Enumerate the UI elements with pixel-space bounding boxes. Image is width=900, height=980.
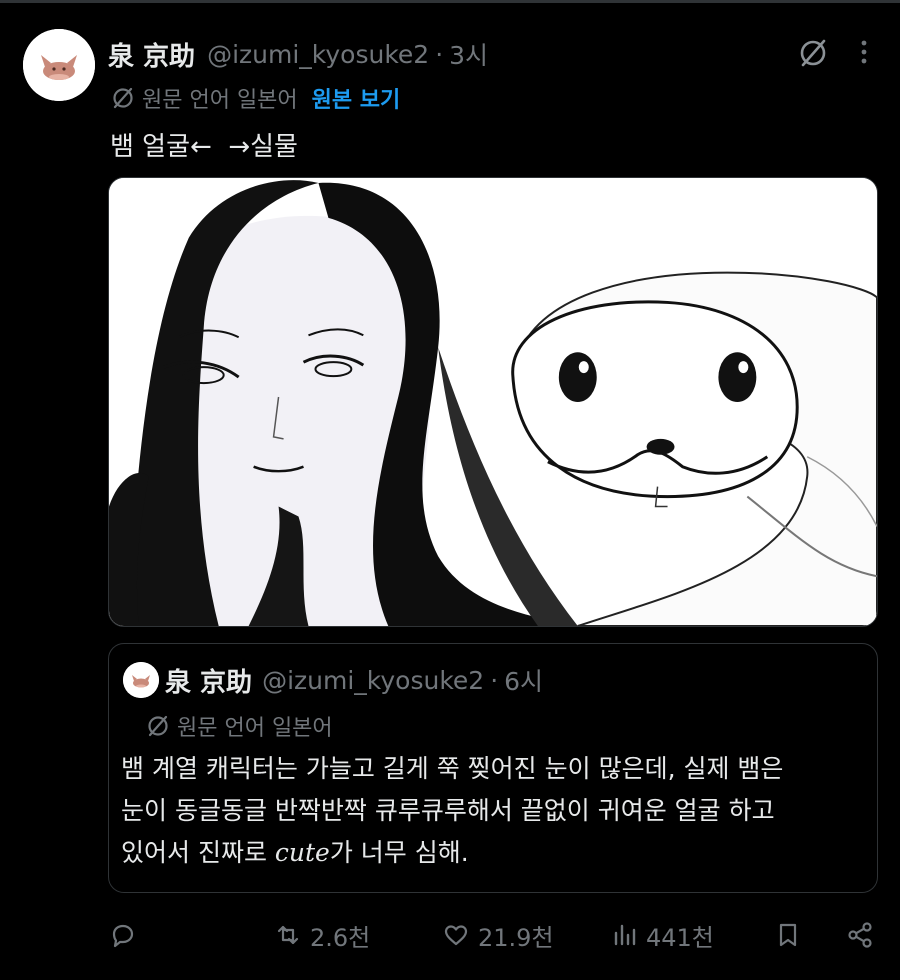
author-handle[interactable]: @izumi_kyosuke2 bbox=[207, 40, 429, 69]
heart-icon bbox=[444, 925, 468, 946]
quoted-tweet-time: 6시 bbox=[504, 667, 544, 696]
separator-dot: · bbox=[435, 39, 444, 69]
quoted-tweet-header: 泉 京助 @izumi_kyosuke2 · 6시 bbox=[165, 662, 543, 698]
bookmark-icon bbox=[779, 923, 797, 947]
reply-icon bbox=[112, 924, 134, 948]
tweet-text: 뱀 얼굴← →실물 bbox=[110, 132, 298, 162]
show-original-link[interactable]: 원본 보기 bbox=[312, 82, 401, 114]
like-count: 21.9천 bbox=[478, 923, 554, 952]
quoted-author-avatar[interactable] bbox=[123, 662, 159, 698]
cat-avatar-icon bbox=[123, 662, 159, 698]
quoted-text-line-1: 뱀 계열 캐릭터는 가늘고 길게 쭉 찢어진 눈이 많은데, 실제 뱀은 bbox=[121, 754, 784, 783]
views-icon bbox=[614, 924, 636, 946]
more-button[interactable] bbox=[852, 38, 876, 66]
quoted-translation-notice: 원문 언어 일본어 bbox=[145, 710, 333, 742]
quoted-text-line-3-end: 가 너무 심해. bbox=[329, 838, 469, 867]
separator-dot: · bbox=[490, 665, 499, 695]
quoted-author-handle: @izumi_kyosuke2 bbox=[262, 665, 485, 695]
quoted-text-emphasis: cute bbox=[274, 838, 330, 867]
quoted-author-name: 泉 京助 bbox=[165, 667, 253, 698]
quoted-text-line-3: 있어서 진짜로 cute가 너무 심해. bbox=[121, 832, 871, 874]
grok-button[interactable] bbox=[796, 36, 830, 70]
bookmark-button[interactable] bbox=[774, 910, 802, 960]
quoted-text-line-3-start: 있어서 진짜로 bbox=[121, 838, 275, 867]
translation-notice: 원문 언어 일본어 원본 보기 bbox=[110, 82, 400, 114]
translate-icon bbox=[113, 87, 133, 109]
retweet-count: 2.6천 bbox=[310, 923, 371, 952]
share-icon bbox=[848, 922, 872, 948]
tweet-image[interactable] bbox=[108, 177, 878, 627]
translate-icon bbox=[148, 715, 168, 737]
views-count: 441천 bbox=[646, 923, 714, 952]
quoted-text-line-2: 눈이 동글동글 반짝반짝 큐루큐루해서 끝없이 귀여운 얼굴 하고 bbox=[121, 796, 775, 825]
quoted-tweet[interactable]: 泉 京助 @izumi_kyosuke2 · 6시 원문 언어 일본어 뱀 계열… bbox=[108, 643, 878, 893]
translated-from-label: 원문 언어 일본어 bbox=[142, 88, 298, 113]
action-bar: 2.6천 21.9천 441천 bbox=[0, 910, 900, 960]
illustration-image bbox=[109, 178, 877, 626]
author-avatar[interactable] bbox=[23, 29, 95, 101]
tweet-time[interactable]: 3시 bbox=[449, 36, 488, 72]
top-divider bbox=[0, 0, 900, 3]
more-icon bbox=[861, 40, 867, 64]
author-name[interactable]: 泉 京助 bbox=[108, 36, 195, 73]
tweet-header: 泉 京助 @izumi_kyosuke2 · 3시 bbox=[108, 34, 488, 74]
quoted-tweet-text: 뱀 계열 캐릭터는 가늘고 길게 쭉 찢어진 눈이 많은데, 실제 뱀은 눈이 … bbox=[121, 748, 871, 874]
grok-icon bbox=[800, 39, 826, 67]
cat-avatar-icon bbox=[23, 29, 95, 101]
views-button[interactable]: 441천 bbox=[610, 910, 714, 960]
share-button[interactable] bbox=[846, 910, 874, 960]
retweet-icon bbox=[277, 925, 299, 945]
reply-button[interactable] bbox=[108, 910, 136, 960]
retweet-button[interactable]: 2.6천 bbox=[274, 910, 370, 960]
quoted-translated-from-label: 원문 언어 일본어 bbox=[177, 716, 333, 741]
like-button[interactable]: 21.9천 bbox=[442, 910, 554, 960]
